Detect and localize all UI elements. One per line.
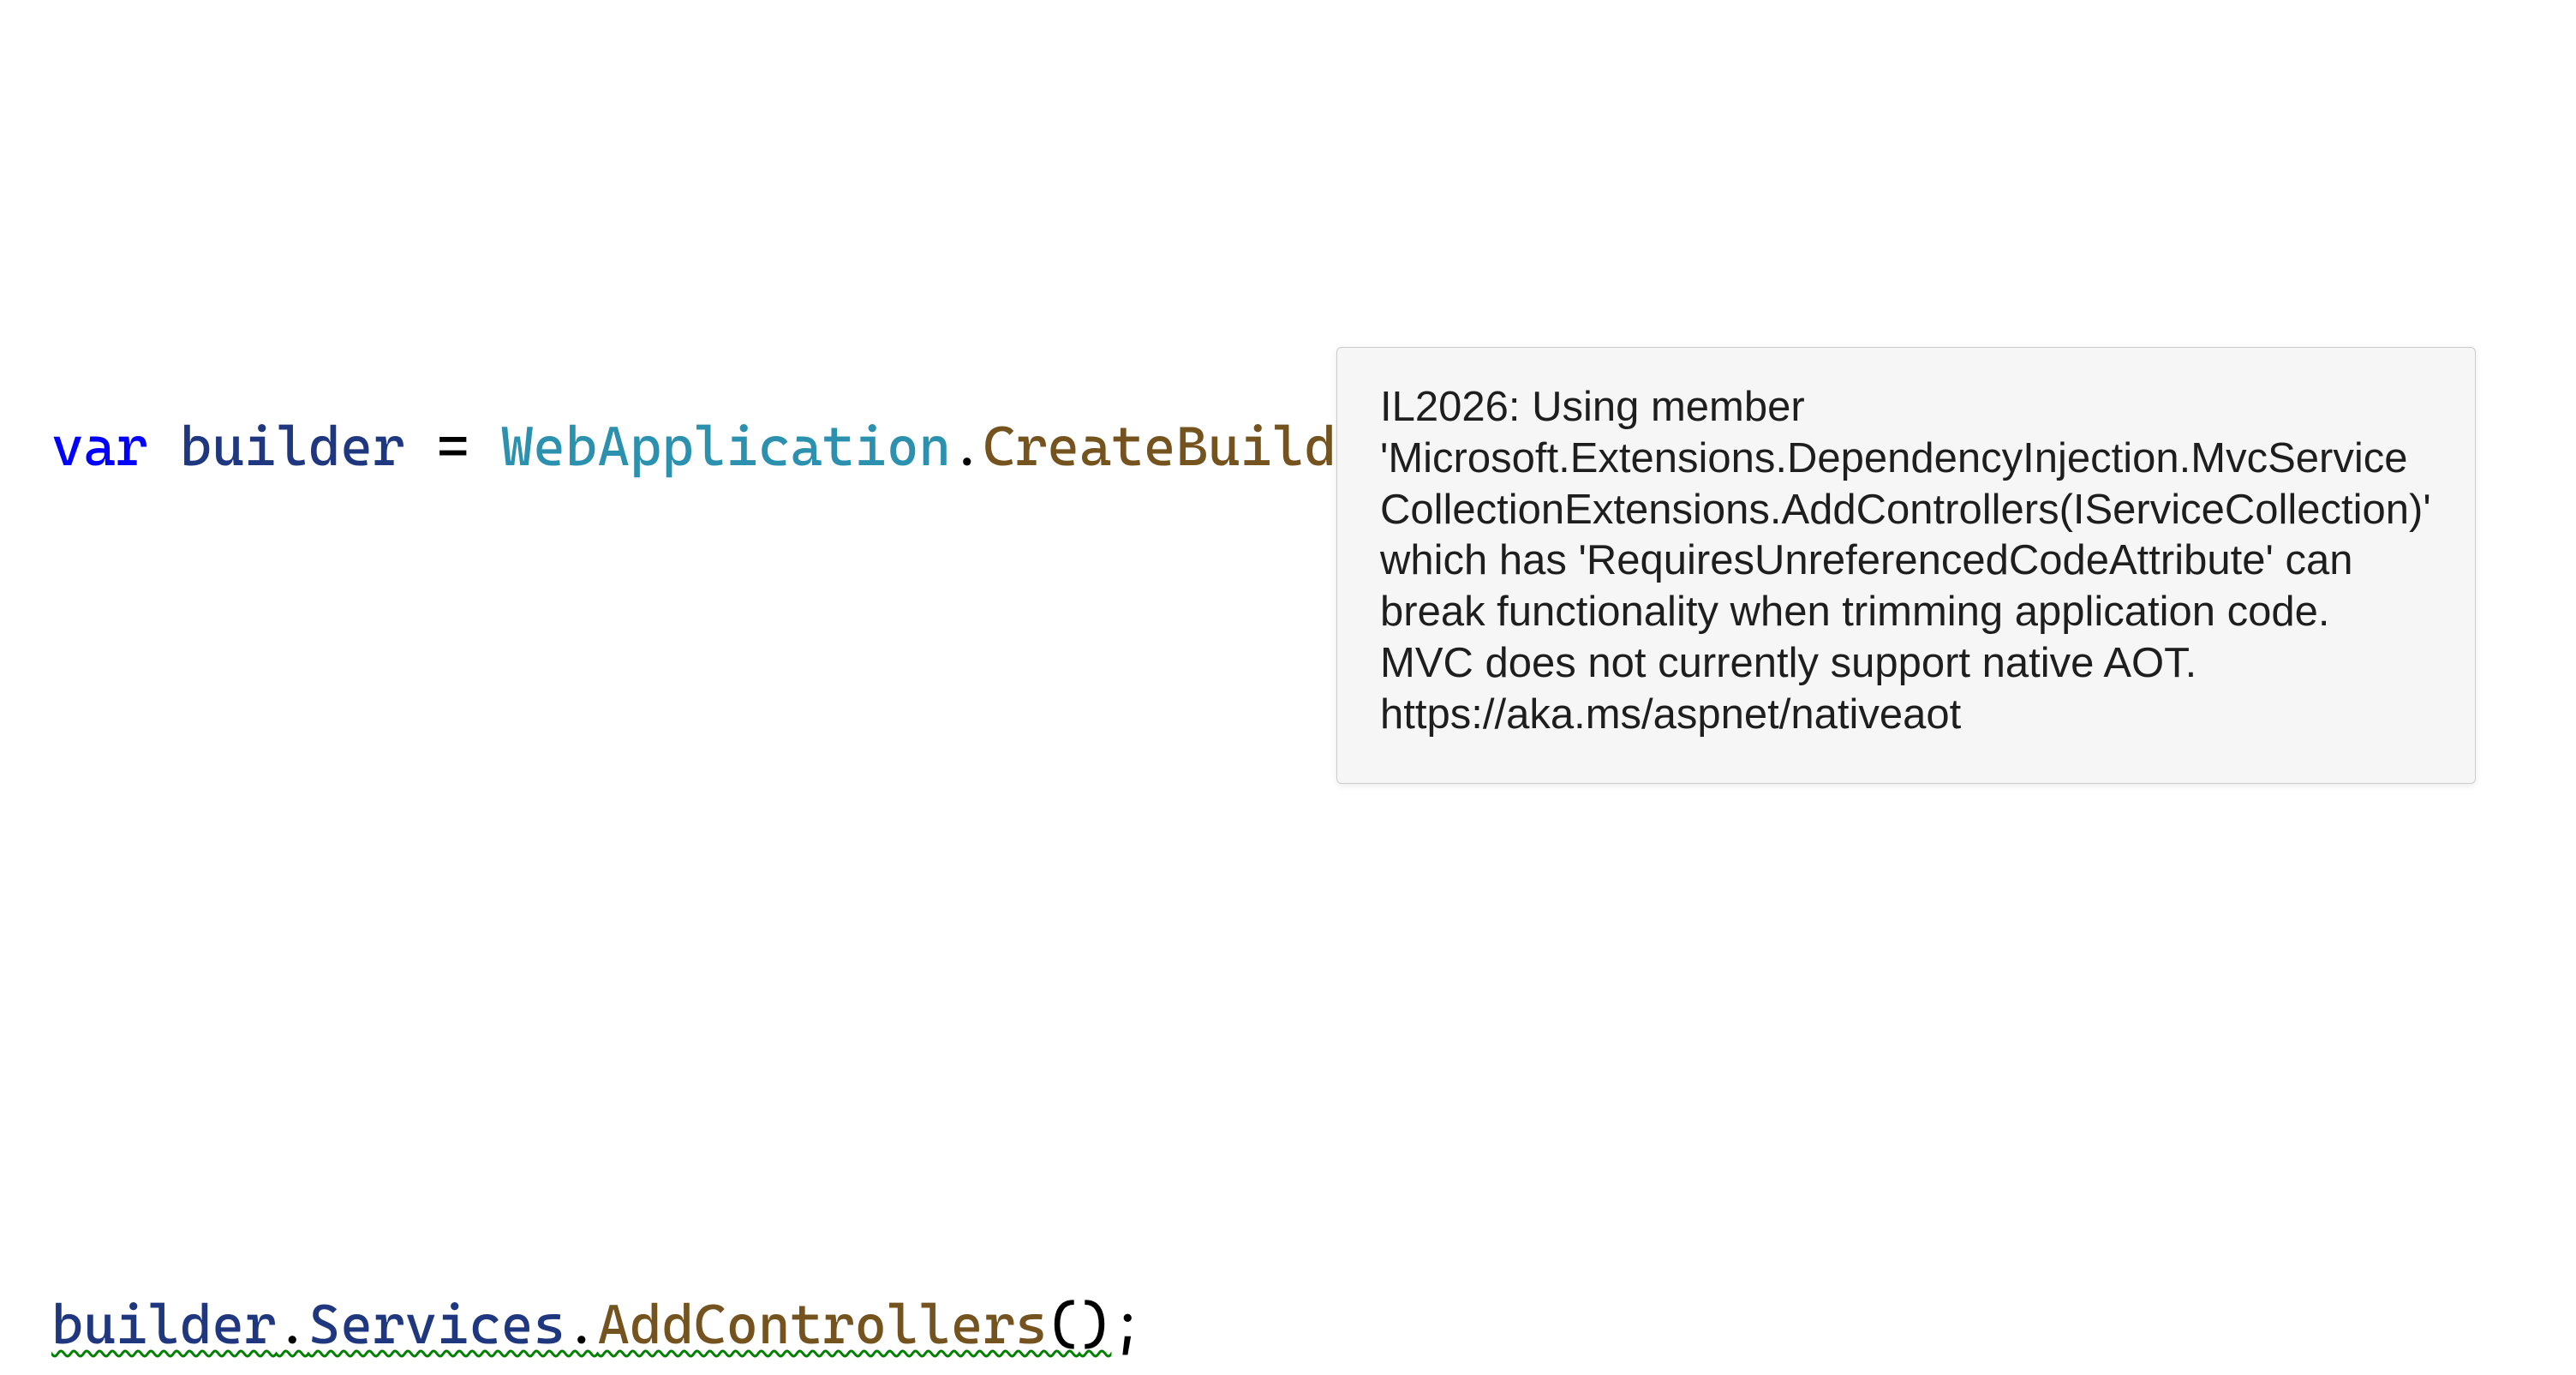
space [469, 415, 502, 478]
diagnostic-tooltip: IL2026: Using member 'Microsoft.Extensio… [1336, 347, 2476, 784]
dot: . [951, 415, 983, 478]
code-editor[interactable]: var builder = WebApplication.CreateBuild… [0, 0, 2576, 1375]
type-webapplication: WebApplication [501, 415, 951, 478]
keyword-var: var [51, 415, 148, 478]
code-blank-line[interactable] [51, 841, 2576, 930]
paren-open: ( [1048, 1293, 1080, 1356]
warning-squiggle[interactable]: builder.Services.AddControllers() [51, 1293, 1112, 1356]
code-line-2[interactable]: builder.Services.AddControllers(); [51, 1281, 2576, 1369]
space [405, 415, 438, 478]
dot: . [277, 1293, 309, 1356]
space [148, 415, 181, 478]
ident-services: Services [308, 1293, 565, 1356]
ident-builder: builder [51, 1293, 277, 1356]
ident-builder: builder [180, 415, 405, 478]
diagnostic-text: IL2026: Using member 'Microsoft.Extensio… [1380, 384, 2431, 738]
dot: . [565, 1293, 598, 1356]
paren-close: ) [1079, 1293, 1112, 1356]
operator-equals: = [437, 415, 469, 478]
method-addcontrollers: AddControllers [598, 1293, 1048, 1356]
semicolon: ; [1112, 1293, 1145, 1356]
